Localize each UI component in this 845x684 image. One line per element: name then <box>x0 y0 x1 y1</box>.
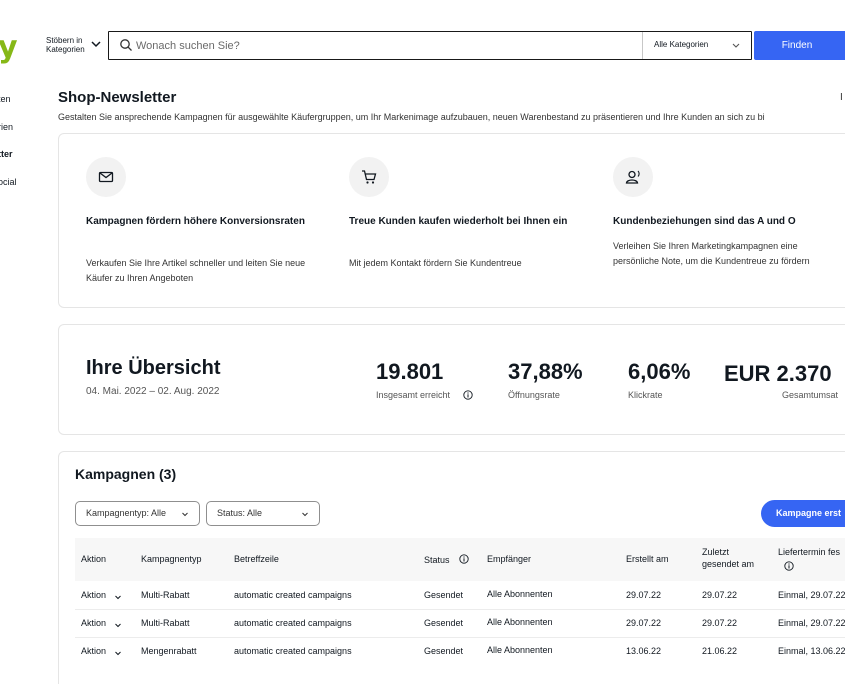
row-type: Multi-Rabatt <box>141 590 190 600</box>
row-last-sent: 29.07.22 <box>702 618 738 628</box>
row-type: Mengenrabatt <box>141 646 197 656</box>
row-action-button[interactable]: Aktion <box>81 646 106 656</box>
column-header-type: Kampagnentyp <box>141 554 202 564</box>
chevron-down-icon[interactable] <box>114 593 122 601</box>
sidebar-item-newsletter[interactable]: tter <box>0 149 13 159</box>
page-title: Shop-Newsletter <box>58 89 177 106</box>
metric-reach-value: 19.801 <box>376 359 444 384</box>
row-status: Gesendet <box>424 618 464 628</box>
table-row: Aktion Multi-Rabatt automatic created ca… <box>0 589 845 604</box>
row-divider <box>75 609 845 610</box>
row-delivery: Einmal, 29.07.22 <box>778 590 845 600</box>
find-button[interactable]: Finden <box>754 31 845 60</box>
row-action-button[interactable]: Aktion <box>81 618 106 628</box>
feature-title: Treue Kunden kaufen wiederholt bei Ihnen… <box>349 216 568 227</box>
chevron-down-icon <box>182 512 188 517</box>
page-subtitle: Gestalten Sie ansprechende Kampagnen für… <box>58 112 765 122</box>
search-input[interactable] <box>136 33 636 58</box>
column-header-last-sent-line2: gesendet am <box>702 559 755 569</box>
overview-date-range: 04. Mai. 2022 – 02. Aug. 2022 <box>86 386 220 397</box>
row-recipients: Alle Abonnenten <box>487 617 553 627</box>
column-header-delivery: Liefertermin fes <box>778 547 841 557</box>
row-last-sent: 29.07.22 <box>702 590 738 600</box>
column-header-last-sent-line1: Zuletzt <box>702 547 730 557</box>
metric-click-rate-label: Klickrate <box>628 390 663 400</box>
row-created: 13.06.22 <box>626 646 662 656</box>
row-recipients: Alle Abonnenten <box>487 645 553 655</box>
row-last-sent: 21.06.22 <box>702 646 738 656</box>
browse-label-line1: Stöbern in <box>46 36 83 45</box>
row-recipients: Alle Abonnenten <box>487 589 553 599</box>
table-row: Aktion Multi-Rabatt automatic created ca… <box>0 617 845 632</box>
row-status: Gesendet <box>424 646 464 656</box>
row-divider <box>75 637 845 638</box>
browse-label-line2: Kategorien <box>46 45 85 54</box>
row-subject[interactable]: automatic created campaigns <box>234 618 352 628</box>
overview-title: Ihre Übersicht <box>86 357 221 379</box>
customer-icon <box>625 170 640 184</box>
mail-icon <box>98 171 114 183</box>
chevron-down-icon[interactable] <box>114 649 122 657</box>
column-header-last-sent: Zuletzt gesendet am <box>702 546 754 570</box>
chevron-down-icon[interactable] <box>114 621 122 629</box>
sidebar-item-social[interactable]: ocial <box>0 177 17 187</box>
column-header-status[interactable]: Status <box>424 554 450 566</box>
sidebar-item-2[interactable]: rien <box>0 122 13 132</box>
feature-title: Kampagnen fördern höhere Konversionsrate… <box>86 216 305 227</box>
info-icon[interactable] <box>459 554 469 564</box>
row-subject[interactable]: automatic created campaigns <box>234 590 352 600</box>
info-icon[interactable] <box>784 561 794 571</box>
column-header-subject: Betreffzeile <box>234 554 279 564</box>
row-created: 29.07.22 <box>626 590 662 600</box>
metric-revenue-label: Gesamtumsat <box>782 390 839 400</box>
category-select[interactable]: Alle Kategorien <box>654 40 708 49</box>
row-type: Multi-Rabatt <box>141 618 190 628</box>
chevron-down-icon[interactable] <box>731 40 741 50</box>
metric-open-rate-label: Öffnungsrate <box>508 390 560 400</box>
chevron-down-icon <box>302 512 308 517</box>
status-filter-label: Status: Alle <box>217 508 263 518</box>
column-header-action: Aktion <box>81 554 107 564</box>
create-campaign-button[interactable]: Kampagne erst <box>761 500 845 527</box>
campaigns-title: Kampagnen (3) <box>75 466 177 482</box>
metric-reach-label: Insgesamt erreicht <box>376 390 451 400</box>
browse-categories-button[interactable]: Stöbern in Kategorien <box>46 36 85 54</box>
column-header-recipients: Empfänger <box>487 554 532 564</box>
row-delivery: Einmal, 13.06.22 <box>778 646 845 656</box>
metric-revenue-value: EUR 2.370 <box>724 361 832 386</box>
search-icon <box>120 39 132 51</box>
feature-text: Verkaufen Sie Ihre Artikel schneller und… <box>86 258 306 283</box>
chevron-down-icon[interactable] <box>90 38 102 50</box>
cart-icon <box>362 170 377 184</box>
row-created: 29.07.22 <box>626 618 662 628</box>
table-row: Aktion Mengenrabatt automatic created ca… <box>0 645 845 660</box>
row-subject[interactable]: automatic created campaigns <box>234 646 352 656</box>
search-divider <box>642 32 643 59</box>
row-status: Gesendet <box>424 590 464 600</box>
row-action-button[interactable]: Aktion <box>81 590 106 600</box>
info-icon[interactable] <box>463 390 473 400</box>
metric-open-rate-value: 37,88% <box>508 359 583 384</box>
feature-text: Verleihen Sie Ihren Marketingkampagnen e… <box>613 241 810 266</box>
feature-text: Mit jedem Kontakt fördern Sie Kundentreu… <box>349 258 522 268</box>
ebay-logo[interactable]: y <box>0 30 18 65</box>
row-delivery: Einmal, 29.07.22 <box>778 618 845 628</box>
campaign-type-filter-label: Kampagnentyp: Alle <box>86 508 167 518</box>
sidebar-item-1[interactable]: ten <box>0 94 11 104</box>
top-right-link[interactable]: I <box>840 92 843 103</box>
metric-click-rate-value: 6,06% <box>628 359 691 384</box>
column-header-created: Erstellt am <box>626 554 669 564</box>
feature-title: Kundenbeziehungen sind das A und O <box>613 216 796 227</box>
